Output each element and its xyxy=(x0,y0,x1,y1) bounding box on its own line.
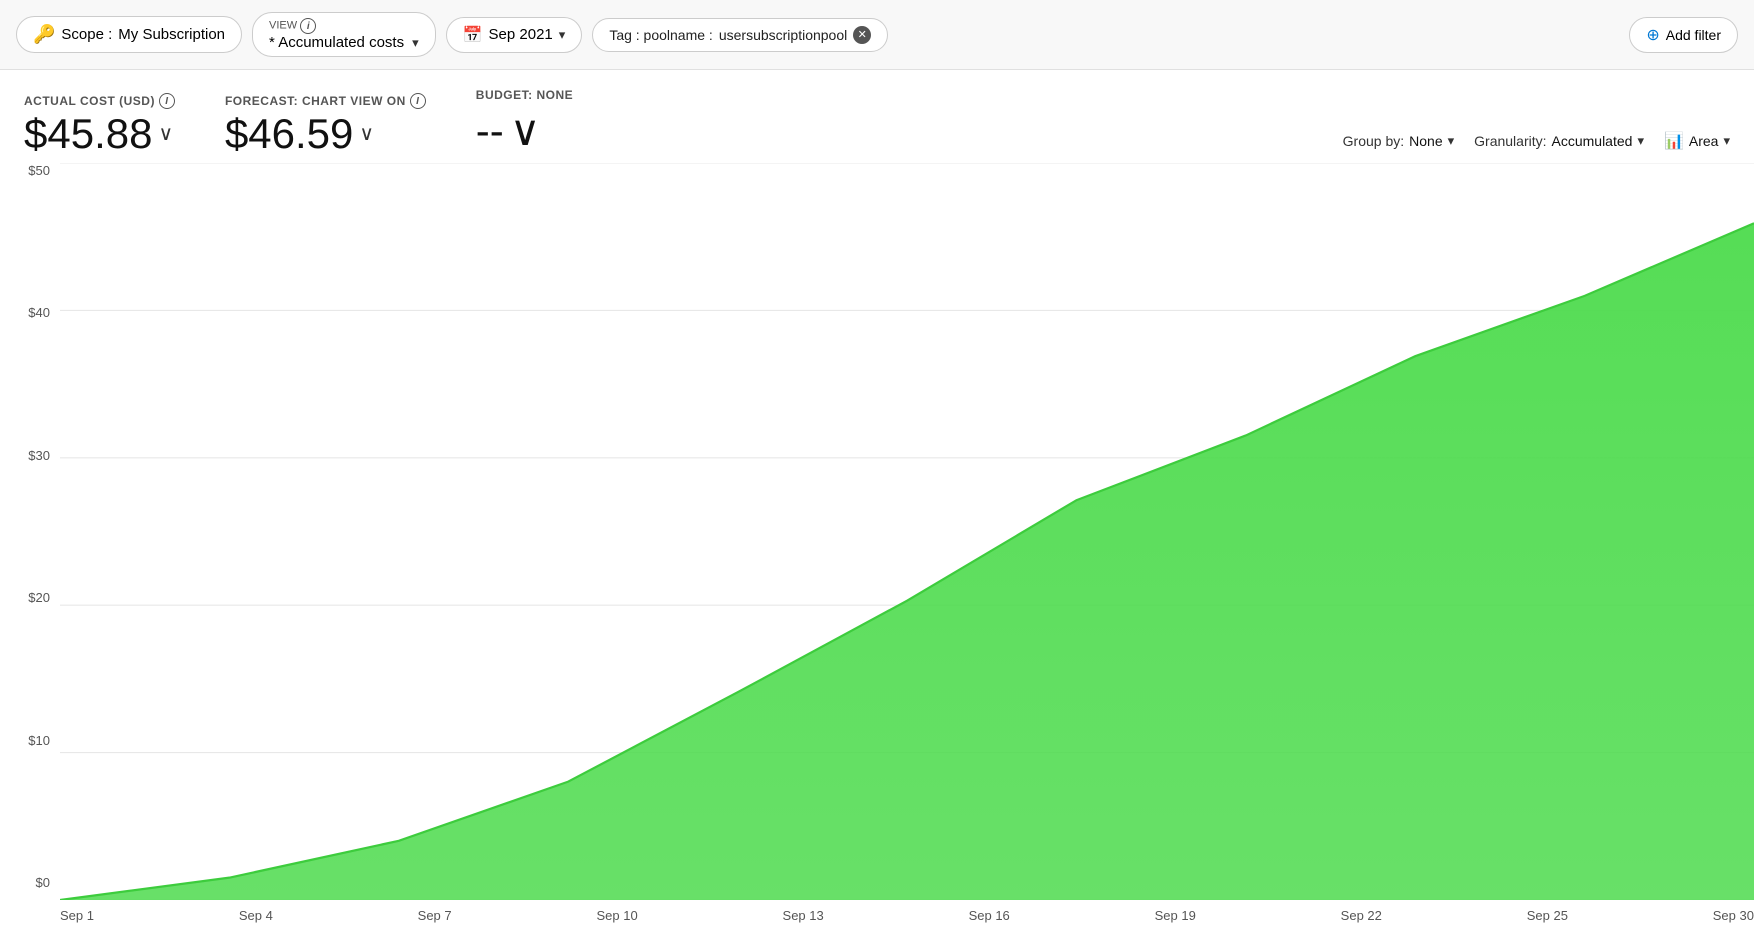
chart-type-value: Area xyxy=(1689,133,1719,149)
view-chevron-icon: ▾ xyxy=(412,35,419,51)
toolbar: 🔑 Scope : My Subscription VIEW i * Accum… xyxy=(0,0,1754,70)
chart-type-chevron-icon: ▾ xyxy=(1723,133,1730,149)
add-filter-icon: ⊕ xyxy=(1646,25,1659,45)
chart-controls: Group by: None ▾ Granularity: Accumulate… xyxy=(1343,131,1730,155)
actual-cost-chevron-icon: ∨ xyxy=(158,124,173,144)
forecast-info-icon[interactable]: i xyxy=(410,93,426,109)
x-label-sep7: Sep 7 xyxy=(418,908,452,923)
y-label-10: $10 xyxy=(28,733,50,748)
scope-label: Scope : xyxy=(61,26,112,43)
date-chevron-icon: ▾ xyxy=(559,27,566,43)
actual-cost-label: ACTUAL COST (USD) i xyxy=(24,93,175,109)
granularity-chevron-icon: ▾ xyxy=(1637,133,1644,149)
forecast-label: FORECAST: CHART VIEW ON i xyxy=(225,93,426,109)
x-axis: Sep 1 Sep 4 Sep 7 Sep 10 Sep 13 Sep 16 S… xyxy=(60,900,1754,930)
cost-area xyxy=(60,223,1754,900)
x-label-sep19: Sep 19 xyxy=(1155,908,1196,923)
scope-button[interactable]: 🔑 Scope : My Subscription xyxy=(16,16,242,53)
actual-cost-block: ACTUAL COST (USD) i $45.88 ∨ xyxy=(24,93,175,155)
tag-value: usersubscriptionpool xyxy=(719,27,847,43)
y-label-40: $40 xyxy=(28,305,50,320)
tag-button[interactable]: Tag : poolname : usersubscriptionpool ✕ xyxy=(592,18,888,52)
x-label-sep25: Sep 25 xyxy=(1527,908,1568,923)
y-label-20: $20 xyxy=(28,590,50,605)
add-filter-button[interactable]: ⊕ Add filter xyxy=(1629,17,1738,53)
forecast-chevron-icon: ∨ xyxy=(359,124,374,144)
x-label-sep30: Sep 30 xyxy=(1713,908,1754,923)
view-value-row: * Accumulated costs ▾ xyxy=(269,34,419,51)
scope-value: My Subscription xyxy=(118,26,225,43)
budget-label: BUDGET: NONE xyxy=(476,88,573,102)
view-button[interactable]: VIEW i * Accumulated costs ▾ xyxy=(252,12,436,57)
chart-section: $50 $40 $30 $20 $10 $0 xyxy=(0,163,1754,930)
group-by-control[interactable]: Group by: None ▾ xyxy=(1343,133,1454,149)
date-value: Sep 2021 xyxy=(489,26,553,43)
chart-svg-area xyxy=(60,163,1754,900)
group-by-label: Group by: xyxy=(1343,133,1404,149)
area-chart xyxy=(60,163,1754,900)
actual-cost-value[interactable]: $45.88 ∨ xyxy=(24,113,175,155)
budget-block: BUDGET: NONE -- ∨ xyxy=(476,88,573,155)
y-label-0: $0 xyxy=(36,875,50,890)
calendar-icon: 📅 xyxy=(463,25,483,45)
group-by-value: None xyxy=(1409,133,1442,149)
tag-close-icon[interactable]: ✕ xyxy=(853,26,871,44)
x-label-sep13: Sep 13 xyxy=(783,908,824,923)
budget-value[interactable]: -- ∨ xyxy=(476,106,573,155)
key-icon: 🔑 xyxy=(33,24,55,45)
view-value: * Accumulated costs xyxy=(269,34,404,51)
budget-chevron-icon: ∨ xyxy=(510,106,541,155)
granularity-value: Accumulated xyxy=(1552,133,1633,149)
x-label-sep16: Sep 16 xyxy=(969,908,1010,923)
tag-label: Tag : poolname : xyxy=(609,27,713,43)
x-label-sep22: Sep 22 xyxy=(1341,908,1382,923)
add-filter-label: Add filter xyxy=(1666,27,1721,43)
x-label-sep1: Sep 1 xyxy=(60,908,94,923)
y-label-50: $50 xyxy=(28,163,50,178)
forecast-value[interactable]: $46.59 ∨ xyxy=(225,113,426,155)
group-by-chevron-icon: ▾ xyxy=(1448,133,1455,149)
view-label: VIEW i xyxy=(269,18,316,34)
chart-type-control[interactable]: 📊 Area ▾ xyxy=(1664,131,1730,151)
area-chart-icon: 📊 xyxy=(1664,131,1684,151)
granularity-label: Granularity: xyxy=(1474,133,1546,149)
x-label-sep10: Sep 10 xyxy=(596,908,637,923)
y-label-30: $30 xyxy=(28,448,50,463)
granularity-control[interactable]: Granularity: Accumulated ▾ xyxy=(1474,133,1644,149)
forecast-block: FORECAST: CHART VIEW ON i $46.59 ∨ xyxy=(225,93,426,155)
y-axis: $50 $40 $30 $20 $10 $0 xyxy=(0,163,60,890)
actual-cost-info-icon[interactable]: i xyxy=(159,93,175,109)
view-info-icon[interactable]: i xyxy=(300,18,316,34)
date-button[interactable]: 📅 Sep 2021 ▾ xyxy=(446,17,583,53)
x-label-sep4: Sep 4 xyxy=(239,908,273,923)
